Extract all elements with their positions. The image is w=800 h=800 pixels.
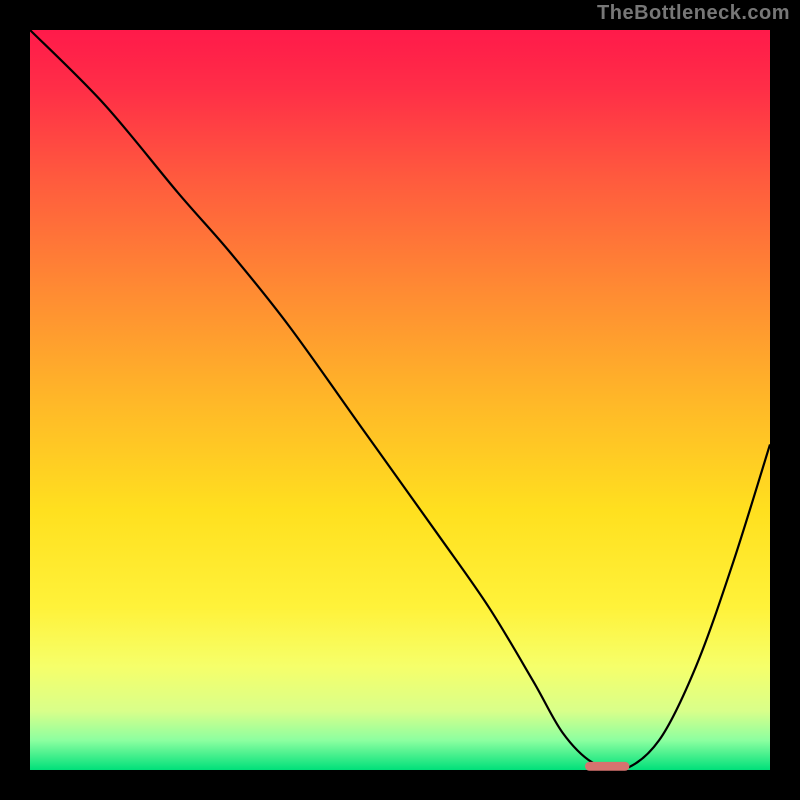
chart-background [30,30,770,770]
chart-frame: TheBottleneck.com [0,0,800,800]
bottleneck-chart [0,0,800,800]
optimal-range-marker [585,762,629,771]
